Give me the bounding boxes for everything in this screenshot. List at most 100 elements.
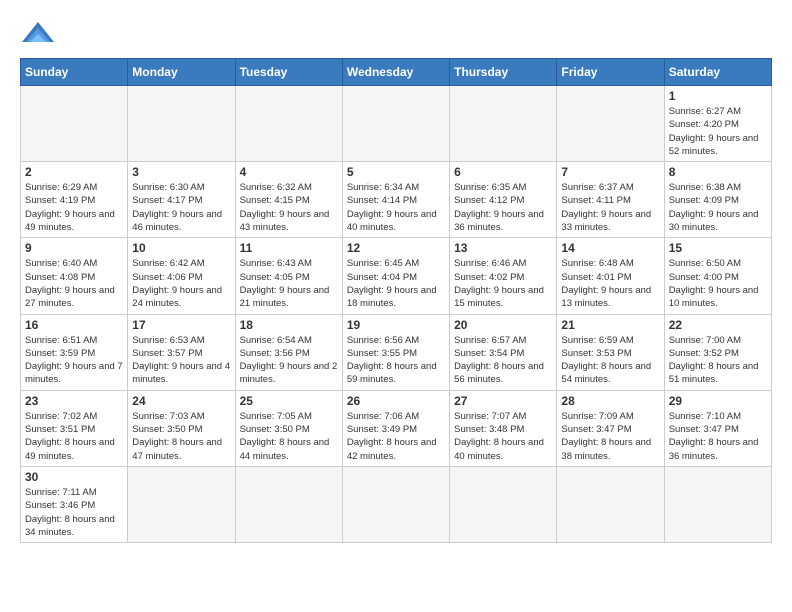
calendar-cell: 3 Sunrise: 6:30 AM Sunset: 4:17 PM Daylig…	[128, 162, 235, 238]
day-number: 17	[132, 318, 230, 332]
week-row-1: 1 Sunrise: 6:27 AM Sunset: 4:20 PM Daylig…	[21, 86, 772, 162]
day-number: 30	[25, 470, 123, 484]
week-row-5: 23Sunrise: 7:02 AM Sunset: 3:51 PM Dayli…	[21, 390, 772, 466]
day-number: 12	[347, 241, 445, 255]
day-info: Sunrise: 7:05 AM Sunset: 3:50 PM Dayligh…	[240, 410, 338, 463]
day-info: Sunrise: 6:29 AM Sunset: 4:19 PM Dayligh…	[25, 181, 123, 234]
calendar-cell: 9 Sunrise: 6:40 AM Sunset: 4:08 PM Daylig…	[21, 238, 128, 314]
calendar-cell	[342, 86, 449, 162]
day-info: Sunrise: 6:53 AM Sunset: 3:57 PM Dayligh…	[132, 334, 230, 387]
calendar-cell	[128, 466, 235, 542]
calendar-cell	[450, 86, 557, 162]
calendar-cell: 6Sunrise: 6:35 AM Sunset: 4:12 PM Daylig…	[450, 162, 557, 238]
day-info: Sunrise: 7:10 AM Sunset: 3:47 PM Dayligh…	[669, 410, 767, 463]
day-number: 28	[561, 394, 659, 408]
calendar-cell: 27Sunrise: 7:07 AM Sunset: 3:48 PM Dayli…	[450, 390, 557, 466]
day-number: 1	[669, 89, 767, 103]
week-row-4: 16Sunrise: 6:51 AM Sunset: 3:59 PM Dayli…	[21, 314, 772, 390]
week-row-6: 30 Sunrise: 7:11 AM Sunset: 3:46 PM Dayli…	[21, 466, 772, 542]
day-number: 19	[347, 318, 445, 332]
day-info: Sunrise: 6:27 AM Sunset: 4:20 PM Dayligh…	[669, 105, 767, 158]
day-info: Sunrise: 6:59 AM Sunset: 3:53 PM Dayligh…	[561, 334, 659, 387]
column-header-tuesday: Tuesday	[235, 59, 342, 86]
calendar-cell: 1 Sunrise: 6:27 AM Sunset: 4:20 PM Daylig…	[664, 86, 771, 162]
calendar-cell	[128, 86, 235, 162]
calendar-cell: 15Sunrise: 6:50 AM Sunset: 4:00 PM Dayli…	[664, 238, 771, 314]
calendar-cell: 30 Sunrise: 7:11 AM Sunset: 3:46 PM Dayli…	[21, 466, 128, 542]
day-number: 24	[132, 394, 230, 408]
day-info: Sunrise: 6:38 AM Sunset: 4:09 PM Dayligh…	[669, 181, 767, 234]
calendar-cell	[235, 86, 342, 162]
day-number: 14	[561, 241, 659, 255]
day-info: Sunrise: 6:40 AM Sunset: 4:08 PM Dayligh…	[25, 257, 123, 310]
day-number: 11	[240, 241, 338, 255]
day-number: 27	[454, 394, 552, 408]
column-header-wednesday: Wednesday	[342, 59, 449, 86]
day-info: Sunrise: 6:37 AM Sunset: 4:11 PM Dayligh…	[561, 181, 659, 234]
calendar-cell: 14 Sunrise: 6:48 AM Sunset: 4:01 PM Dayli…	[557, 238, 664, 314]
header-row: SundayMondayTuesdayWednesdayThursdayFrid…	[21, 59, 772, 86]
calendar-cell: 5 Sunrise: 6:34 AM Sunset: 4:14 PM Daylig…	[342, 162, 449, 238]
day-number: 9	[25, 241, 123, 255]
day-number: 2	[25, 165, 123, 179]
calendar-cell: 17 Sunrise: 6:53 AM Sunset: 3:57 PM Dayli…	[128, 314, 235, 390]
day-number: 26	[347, 394, 445, 408]
column-header-sunday: Sunday	[21, 59, 128, 86]
header	[20, 20, 772, 48]
day-number: 7	[561, 165, 659, 179]
day-info: Sunrise: 6:43 AM Sunset: 4:05 PM Dayligh…	[240, 257, 338, 310]
day-info: Sunrise: 7:06 AM Sunset: 3:49 PM Dayligh…	[347, 410, 445, 463]
calendar-cell: 12 Sunrise: 6:45 AM Sunset: 4:04 PM Dayli…	[342, 238, 449, 314]
calendar-cell: 7 Sunrise: 6:37 AM Sunset: 4:11 PM Daylig…	[557, 162, 664, 238]
calendar-cell	[450, 466, 557, 542]
day-number: 13	[454, 241, 552, 255]
week-row-3: 9 Sunrise: 6:40 AM Sunset: 4:08 PM Daylig…	[21, 238, 772, 314]
day-number: 23	[25, 394, 123, 408]
day-info: Sunrise: 7:09 AM Sunset: 3:47 PM Dayligh…	[561, 410, 659, 463]
calendar-cell: 18Sunrise: 6:54 AM Sunset: 3:56 PM Dayli…	[235, 314, 342, 390]
calendar-cell: 8 Sunrise: 6:38 AM Sunset: 4:09 PM Daylig…	[664, 162, 771, 238]
day-info: Sunrise: 7:11 AM Sunset: 3:46 PM Dayligh…	[25, 486, 123, 539]
calendar-cell: 22 Sunrise: 7:00 AM Sunset: 3:52 PM Dayli…	[664, 314, 771, 390]
day-info: Sunrise: 6:46 AM Sunset: 4:02 PM Dayligh…	[454, 257, 552, 310]
day-info: Sunrise: 6:45 AM Sunset: 4:04 PM Dayligh…	[347, 257, 445, 310]
day-info: Sunrise: 6:51 AM Sunset: 3:59 PM Dayligh…	[25, 334, 123, 387]
logo-icon	[20, 20, 56, 48]
calendar-cell: 29 Sunrise: 7:10 AM Sunset: 3:47 PM Dayli…	[664, 390, 771, 466]
calendar-cell	[21, 86, 128, 162]
day-number: 3	[132, 165, 230, 179]
calendar-cell: 25 Sunrise: 7:05 AM Sunset: 3:50 PM Dayli…	[235, 390, 342, 466]
calendar-cell	[557, 466, 664, 542]
calendar-cell: 26 Sunrise: 7:06 AM Sunset: 3:49 PM Dayli…	[342, 390, 449, 466]
calendar-cell: 4Sunrise: 6:32 AM Sunset: 4:15 PM Daylig…	[235, 162, 342, 238]
calendar-cell: 19 Sunrise: 6:56 AM Sunset: 3:55 PM Dayli…	[342, 314, 449, 390]
day-number: 10	[132, 241, 230, 255]
calendar-cell: 10Sunrise: 6:42 AM Sunset: 4:06 PM Dayli…	[128, 238, 235, 314]
day-info: Sunrise: 6:30 AM Sunset: 4:17 PM Dayligh…	[132, 181, 230, 234]
calendar-cell: 21 Sunrise: 6:59 AM Sunset: 3:53 PM Dayli…	[557, 314, 664, 390]
calendar-cell: 13 Sunrise: 6:46 AM Sunset: 4:02 PM Dayli…	[450, 238, 557, 314]
day-info: Sunrise: 6:34 AM Sunset: 4:14 PM Dayligh…	[347, 181, 445, 234]
calendar-cell	[342, 466, 449, 542]
day-number: 21	[561, 318, 659, 332]
day-number: 8	[669, 165, 767, 179]
day-number: 5	[347, 165, 445, 179]
day-number: 20	[454, 318, 552, 332]
day-number: 22	[669, 318, 767, 332]
calendar-cell: 11 Sunrise: 6:43 AM Sunset: 4:05 PM Dayli…	[235, 238, 342, 314]
calendar-cell: 28 Sunrise: 7:09 AM Sunset: 3:47 PM Dayli…	[557, 390, 664, 466]
week-row-2: 2 Sunrise: 6:29 AM Sunset: 4:19 PM Daylig…	[21, 162, 772, 238]
calendar-cell	[235, 466, 342, 542]
day-info: Sunrise: 7:03 AM Sunset: 3:50 PM Dayligh…	[132, 410, 230, 463]
day-number: 4	[240, 165, 338, 179]
day-number: 29	[669, 394, 767, 408]
day-info: Sunrise: 6:48 AM Sunset: 4:01 PM Dayligh…	[561, 257, 659, 310]
day-info: Sunrise: 7:00 AM Sunset: 3:52 PM Dayligh…	[669, 334, 767, 387]
column-header-friday: Friday	[557, 59, 664, 86]
calendar-cell: 16Sunrise: 6:51 AM Sunset: 3:59 PM Dayli…	[21, 314, 128, 390]
day-info: Sunrise: 6:54 AM Sunset: 3:56 PM Dayligh…	[240, 334, 338, 387]
day-info: Sunrise: 6:56 AM Sunset: 3:55 PM Dayligh…	[347, 334, 445, 387]
day-number: 6	[454, 165, 552, 179]
calendar-cell: 23Sunrise: 7:02 AM Sunset: 3:51 PM Dayli…	[21, 390, 128, 466]
day-number: 25	[240, 394, 338, 408]
